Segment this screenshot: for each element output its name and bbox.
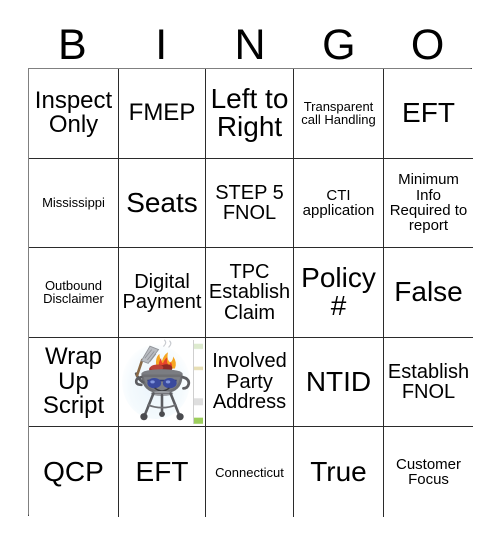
bingo-cell-b4[interactable]: Wrap Up Script <box>29 337 119 428</box>
bingo-cell-label: Digital Payment <box>122 271 202 314</box>
bingo-cell-b2[interactable]: Mississippi <box>29 158 119 249</box>
bingo-cell-label: STEP 5 FNOL <box>215 181 284 224</box>
bingo-cell-b1[interactable]: Inspect Only <box>29 69 119 159</box>
bingo-cell-label: Customer Focus <box>395 455 462 489</box>
bingo-cell-label: Establish FNOL <box>387 360 470 404</box>
bingo-card: B I N G O Inspect Only FMEP Left to Righ… <box>0 0 500 544</box>
bingo-cell-i5[interactable]: EFT <box>119 427 206 517</box>
bbq-grill-mascot-image <box>119 337 205 427</box>
bingo-cell-label: CTI application <box>302 186 375 219</box>
bingo-cell-n1[interactable]: Left to Right <box>206 69 294 159</box>
bingo-cell-label: Connecticut <box>215 464 284 480</box>
bingo-cell-label: Minimum Info Required to report <box>389 171 468 235</box>
stock-watermark-strip <box>194 337 203 427</box>
bingo-cell-o4[interactable]: Establish FNOL <box>384 337 473 428</box>
bingo-cell-i2[interactable]: Seats <box>119 158 206 249</box>
bingo-cell-i1[interactable]: FMEP <box>119 69 206 159</box>
bingo-cell-label: Left to Right <box>210 82 289 143</box>
bingo-header-letter-i: I <box>155 20 168 69</box>
bingo-cell-g5[interactable]: True <box>294 427 384 517</box>
bingo-cell-o1[interactable]: EFT <box>384 69 473 159</box>
bingo-cell-b3[interactable]: Outbound Disclaimer <box>29 248 119 338</box>
bingo-cell-b5[interactable]: QCP <box>29 427 119 517</box>
bingo-cell-g4[interactable]: NTID <box>294 337 384 428</box>
bingo-cell-label: NTID <box>305 365 372 397</box>
bingo-cell-n3[interactable]: TPC Establish Claim <box>206 248 294 338</box>
bingo-header: B I N G O <box>28 22 472 68</box>
bingo-header-letter-n: N <box>234 20 266 69</box>
bingo-cell-o2[interactable]: Minimum Info Required to report <box>384 158 473 249</box>
bingo-cell-o3[interactable]: False <box>384 248 473 338</box>
bingo-cell-n4[interactable]: Involved Party Address <box>206 337 294 428</box>
bingo-header-letter-b: B <box>58 20 87 69</box>
bingo-cell-label: Transparent call Handling <box>301 99 376 128</box>
bingo-cell-label: Outbound Disclaimer <box>43 278 104 307</box>
bingo-cell-i4[interactable] <box>119 337 206 428</box>
bingo-cell-label: QCP <box>43 455 104 487</box>
bingo-cell-g2[interactable]: CTI application <box>294 158 384 249</box>
bingo-cell-label: EFT <box>135 455 189 487</box>
bingo-cell-i3[interactable]: Digital Payment <box>119 248 206 338</box>
bingo-cell-label: Inspect Only <box>34 86 113 139</box>
bingo-cell-label: Policy # <box>301 261 376 322</box>
bingo-grid: Inspect Only FMEP Left to Right Transpar… <box>28 68 473 517</box>
bingo-cell-label: Seats <box>126 186 198 218</box>
bingo-cell-label: Wrap Up Script <box>42 343 105 420</box>
bingo-cell-o5[interactable]: Customer Focus <box>384 427 473 517</box>
bingo-cell-g3[interactable]: Policy # <box>294 248 384 338</box>
bingo-cell-n2[interactable]: STEP 5 FNOL <box>206 158 294 249</box>
bingo-cell-label: Mississippi <box>42 195 105 211</box>
bingo-cell-label: True <box>310 455 367 487</box>
bingo-cell-n5[interactable]: Connecticut <box>206 427 294 517</box>
bingo-cell-label: EFT <box>402 97 455 129</box>
bingo-header-letter-o: O <box>410 20 445 69</box>
bingo-cell-label: FMEP <box>128 99 196 127</box>
bingo-cell-label: Involved Party Address <box>212 350 287 414</box>
bingo-cell-label: False <box>394 276 463 308</box>
bingo-cell-label: TPC Establish Claim <box>208 260 291 324</box>
bingo-header-letter-g: G <box>322 20 356 69</box>
bingo-cell-g1[interactable]: Transparent call Handling <box>294 69 384 159</box>
